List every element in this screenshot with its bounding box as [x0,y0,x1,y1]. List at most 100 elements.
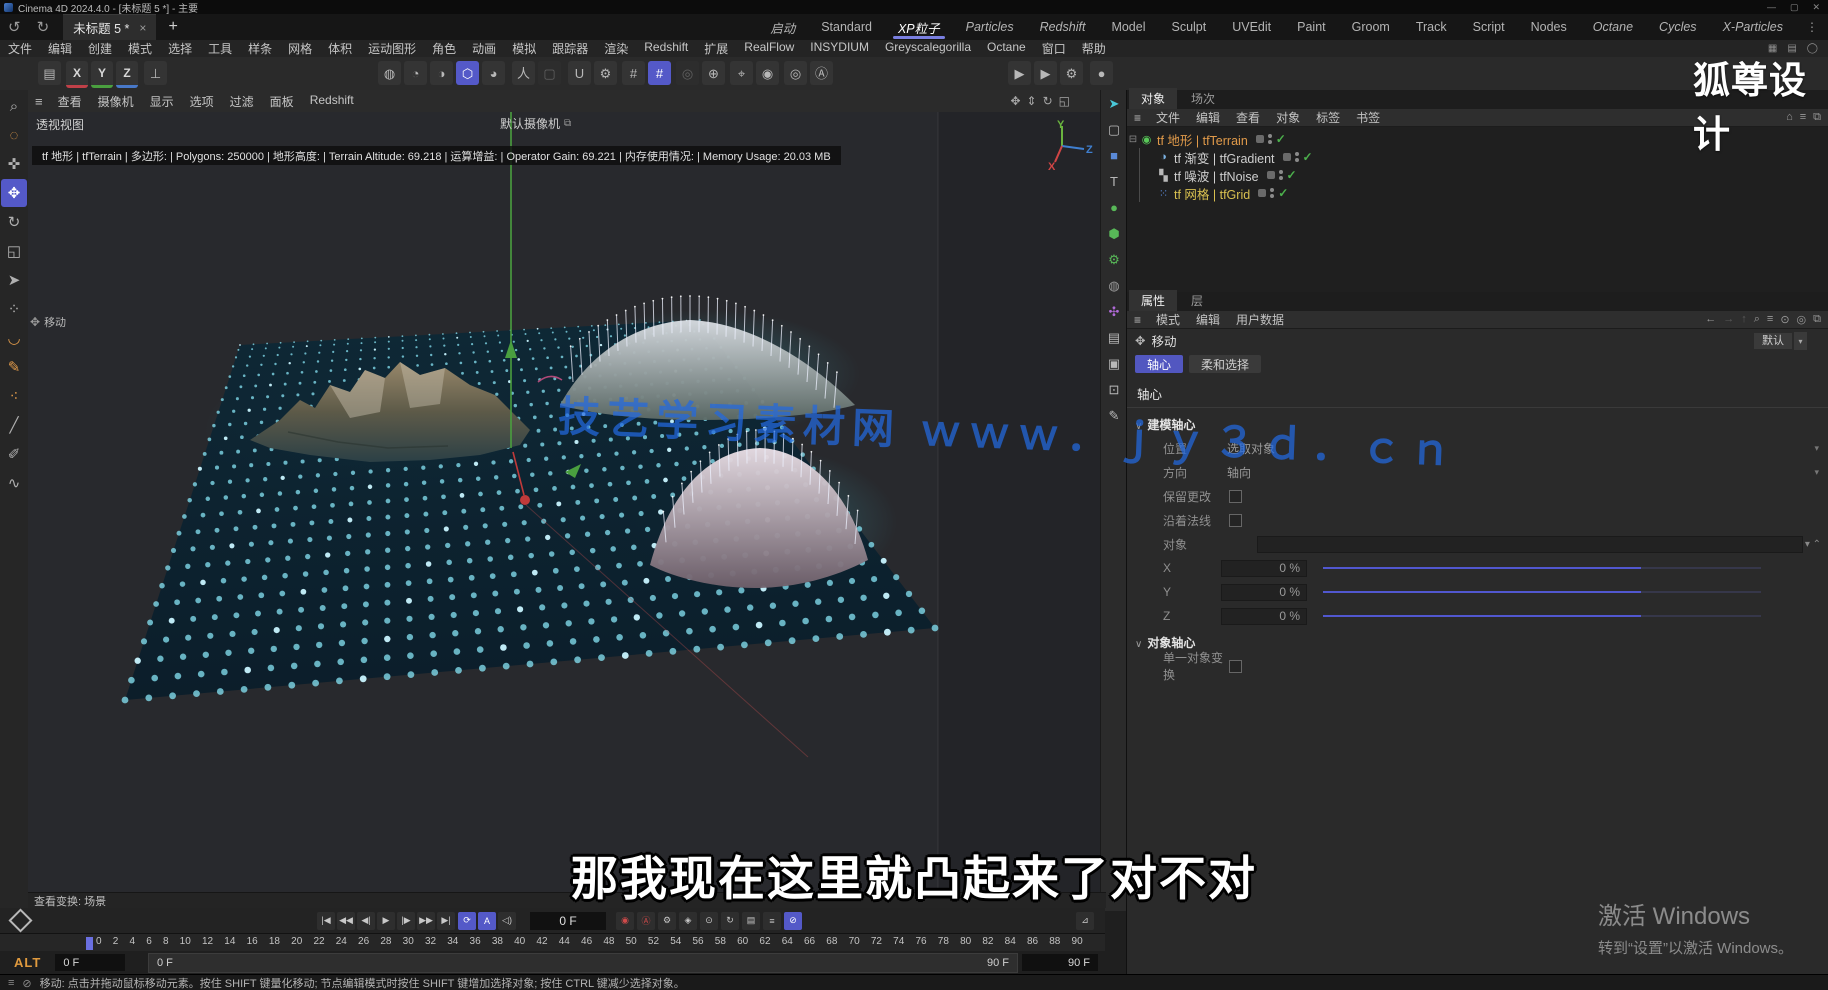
om-tab-对象[interactable]: 对象 [1129,88,1177,109]
current-frame-field[interactable]: 0 F [530,912,606,930]
slider-track[interactable] [1323,591,1641,593]
material-ball-icon[interactable]: ● [1090,61,1113,85]
tweak-mode-icon[interactable]: ✜ [1,150,27,178]
menu-动画[interactable]: 动画 [464,40,504,57]
menu-编辑[interactable]: 编辑 [40,40,80,57]
zoom-view-icon[interactable]: ⇕ [1027,94,1037,108]
menu-帮助[interactable]: 帮助 [1074,40,1114,57]
subdivision-surface-icon[interactable]: ● [1103,197,1125,218]
volume-builder-icon[interactable]: ◍ [1103,275,1125,296]
slider-track[interactable] [1323,615,1641,617]
viewport-menu-显示[interactable]: 显示 [142,93,182,110]
enable-dots-icon[interactable] [1268,134,1272,144]
keyframe-marker-icon[interactable] [8,908,32,932]
more-layouts-icon[interactable]: ⋮ [1796,20,1828,34]
view-label[interactable]: 透视视图 [36,116,84,133]
prev-key-button[interactable]: ◀◀ [337,912,355,930]
dynamics-icon[interactable]: ✣ [1103,301,1125,322]
snap-radial-icon[interactable]: ◉ [756,61,779,85]
command-history-icon[interactable]: ▤ [38,61,61,85]
texture-mode-icon[interactable]: ▢ [538,61,561,85]
am-menu-编辑[interactable]: 编辑 [1188,311,1228,328]
render-picture-viewer-icon[interactable]: ▶ [1034,61,1057,85]
checkmark-icon[interactable]: ✓ [1303,150,1313,164]
dropdown-value[interactable]: 轴向 [1227,464,1251,481]
annotate-icon[interactable]: Ⓐ [810,61,833,85]
workplane-icon[interactable]: # [622,61,645,85]
value-input[interactable]: 0 % [1221,560,1307,577]
tool-option-轴心[interactable]: 轴心 [1135,355,1183,373]
axis-modify-icon[interactable]: ⊕ [702,61,725,85]
chevron-down-icon[interactable]: ▾ [1814,467,1819,478]
render-settings-icon[interactable]: ⚙ [1060,61,1083,85]
layer-square-icon[interactable] [1256,135,1264,143]
menu-Redshift[interactable]: Redshift [636,40,696,57]
viewport-menu-面板[interactable]: 面板 [262,93,302,110]
slider-track[interactable] [1323,567,1641,569]
camera-label[interactable]: 默认摄像机 ⧉ [500,115,571,132]
menu-运动图形[interactable]: 运动图形 [360,40,424,57]
goto-start-button[interactable]: |◀ [317,912,335,930]
rotate-view-icon[interactable]: ↻ [1043,94,1053,108]
camera-object-icon[interactable]: ▣ [1103,353,1125,374]
value-input[interactable]: 0 % [1221,584,1307,601]
object-name[interactable]: tf 噪波 | tfNoise [1174,166,1259,185]
menu-角色[interactable]: 角色 [424,40,464,57]
enable-dots-icon[interactable] [1270,188,1274,198]
perspective-viewport[interactable]: ≡ 查看摄像机显示选项过滤面板Redshift ✥⇕↻◱ 透视视图 默认摄像机 … [28,90,1100,908]
am-menu-用户数据[interactable]: 用户数据 [1228,311,1292,328]
checkmark-icon[interactable]: ✓ [1287,168,1297,182]
range-slider[interactable]: 0 F 90 F [148,953,1018,973]
z-axis-lock-button[interactable]: Z [116,61,138,88]
new-tab-button[interactable]: + [156,18,189,36]
document-tab[interactable]: 未标题 5 * × [63,14,156,40]
x-axis-lock-button[interactable]: X [66,61,88,88]
layer-square-icon[interactable] [1258,189,1266,197]
expander-icon[interactable]: ⊟ [1127,134,1139,145]
coordinate-system-icon[interactable]: ⊥ [144,61,167,85]
am-tab-层[interactable]: 层 [1179,290,1215,311]
undo-icon[interactable]: ↺ [0,18,29,36]
quantize-toggle[interactable]: A [478,912,496,930]
pan-view-icon[interactable]: ✥ [1010,94,1020,108]
layout-split-icon[interactable]: ▤ [1787,43,1796,54]
object-row[interactable]: ▚tf 噪波 | tfNoise✓ [1127,166,1828,184]
text-object-icon[interactable]: T [1103,171,1125,192]
layout-menu-Groom[interactable]: Groom [1339,14,1403,40]
keyframe-selection-button[interactable]: ⚙ [658,912,676,930]
search-icon[interactable]: ⌕ [1754,313,1760,326]
layout-menu-启动[interactable]: 启动 [757,14,808,40]
om-menu-标签[interactable]: 标签 [1308,109,1348,126]
xpresso-icon[interactable]: ▤ [1103,327,1125,348]
viewport-filter-icon[interactable]: ◎ [784,61,807,85]
om-menu-icon[interactable]: ≡ [1127,111,1148,125]
object-row[interactable]: ⁙tf 网格 | tfGrid✓ [1127,184,1828,202]
menu-渲染[interactable]: 渲染 [596,40,636,57]
point-pen-icon[interactable]: ⁖ [1,382,27,410]
show-fcurves-button[interactable]: ⊿ [1076,912,1094,930]
menu-选择[interactable]: 选择 [160,40,200,57]
menu-模拟[interactable]: 模拟 [504,40,544,57]
checkmark-icon[interactable]: ✓ [1278,186,1288,200]
render-region-icon[interactable]: ⊡ [1103,379,1125,400]
checkbox[interactable] [1229,490,1242,503]
layout-menu-XP粒子[interactable]: XP粒子 [885,14,953,40]
value-input[interactable]: 0 % [1221,608,1307,625]
layout-menu-Octane[interactable]: Octane [1580,14,1646,40]
record-pla-toggle[interactable]: ≡ [763,912,781,930]
record-position-toggle[interactable]: ◈ [679,912,697,930]
goto-end-button[interactable]: ▶| [437,912,455,930]
layout-menu-Paint[interactable]: Paint [1284,14,1339,40]
popout-icon[interactable]: ⧉ [1813,313,1821,326]
enable-dots-icon[interactable] [1295,152,1299,162]
group-header[interactable]: ∨对象轴心 [1127,628,1828,654]
spline-arc-icon[interactable]: ◡ [1,324,27,352]
link-buttons-icon[interactable]: ▾ ⌃ [1805,539,1821,550]
interface-circle-icon[interactable]: ◯ [1807,43,1818,54]
layout-menu-Redshift[interactable]: Redshift [1027,14,1099,40]
filter-icon[interactable]: ≡ [1800,111,1806,124]
camera-popout-icon[interactable]: ⧉ [564,118,571,129]
snap-settings-icon[interactable]: ⚙ [594,61,617,85]
menu-工具[interactable]: 工具 [200,40,240,57]
menu-样条[interactable]: 样条 [240,40,280,57]
